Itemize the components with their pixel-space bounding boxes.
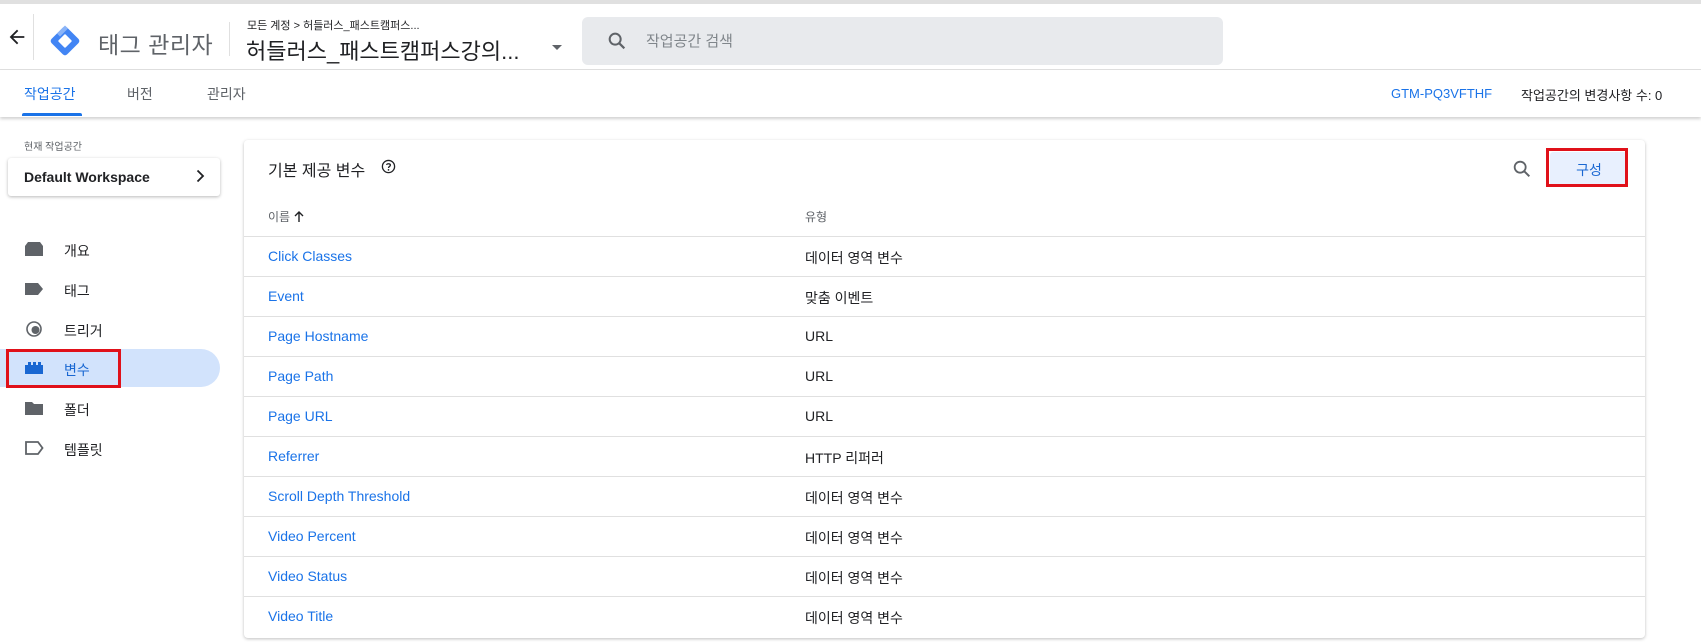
sidebar-item-label: 태그 <box>64 283 90 299</box>
sidebar-item-triggers[interactable]: 트리거 <box>0 310 220 348</box>
variable-name-link[interactable]: Page Path <box>268 368 333 384</box>
app-name: 태그 관리자 <box>98 32 214 58</box>
breadcrumb[interactable]: 모든 계정 > 허들러스_패스트캠퍼스... <box>247 17 420 33</box>
table-row: Referrer HTTP 리퍼러 <box>244 436 1645 476</box>
variable-name-link[interactable]: Page Hostname <box>268 328 368 344</box>
table-row: Event 맞춤 이벤트 <box>244 276 1645 316</box>
variable-type: URL <box>805 408 834 424</box>
chevron-right-icon <box>196 169 205 183</box>
card-title: 기본 제공 변수 <box>268 163 366 180</box>
table-row: Page Hostname URL <box>244 316 1645 356</box>
trigger-icon <box>26 321 42 337</box>
tab-versions[interactable]: 버전 <box>127 84 153 104</box>
divider <box>33 14 34 60</box>
sidebar-item-label: 트리거 <box>64 323 103 339</box>
variable-type: 데이터 영역 변수 <box>805 530 903 546</box>
workspace-name: Default Workspace <box>24 169 150 185</box>
table-row: Scroll Depth Threshold 데이터 영역 변수 <box>244 476 1645 516</box>
variable-name-link[interactable]: Video Title <box>268 608 333 624</box>
table-row: Click Classes 데이터 영역 변수 <box>244 236 1645 276</box>
folder-icon <box>25 402 43 415</box>
workspace-selector[interactable]: Default Workspace <box>8 158 220 196</box>
search-icon[interactable] <box>1511 158 1533 180</box>
variable-type: 데이터 영역 변수 <box>805 490 903 506</box>
variable-name-link[interactable]: Referrer <box>268 448 319 464</box>
highlight-box <box>6 349 121 388</box>
sidebar-item-label: 템플릿 <box>64 442 103 458</box>
column-header-type[interactable]: 유형 <box>805 208 827 225</box>
table-row: Video Percent 데이터 영역 변수 <box>244 516 1645 556</box>
column-header-name[interactable]: 이름 <box>268 208 305 225</box>
sidebar-item-tags[interactable]: 태그 <box>0 270 220 308</box>
variable-name-link[interactable]: Video Status <box>268 568 347 584</box>
variable-name-link[interactable]: Event <box>268 288 304 304</box>
top-app-bar: 태그 관리자 모든 계정 > 허들러스_패스트캠퍼스... 허들러스_패스트캠퍼… <box>0 0 1701 70</box>
variable-type: HTTP 리퍼러 <box>805 450 884 466</box>
variable-name-link[interactable]: Page URL <box>268 408 333 424</box>
table-row: Page URL URL <box>244 396 1645 436</box>
nav-tabs-bar: 작업공간 버전 관리자 GTM-PQ3VFTHF 작업공간의 변경사항 수: 0 <box>0 70 1701 117</box>
built-in-variables-card: 기본 제공 변수 구성 이름 유형 Click Classes 데이터 영역 변수… <box>244 140 1645 638</box>
template-icon <box>25 441 44 455</box>
variable-type: 맞춤 이벤트 <box>805 290 874 306</box>
variable-name-link[interactable]: Scroll Depth Threshold <box>268 488 410 504</box>
variable-name-link[interactable]: Video Percent <box>268 528 356 544</box>
search-input[interactable] <box>646 17 1206 65</box>
sidebar-item-overview[interactable]: 개요 <box>0 230 220 268</box>
tab-admin[interactable]: 관리자 <box>207 84 246 104</box>
table-row: Video Status 데이터 영역 변수 <box>244 556 1645 596</box>
help-icon[interactable] <box>381 159 396 174</box>
tag-icon <box>25 283 43 295</box>
divider <box>229 22 230 56</box>
dropdown-caret-icon[interactable] <box>552 45 562 50</box>
tab-workspace[interactable]: 작업공간 <box>24 84 76 104</box>
variables-table: Click Classes 데이터 영역 변수 Event 맞춤 이벤트 Page … <box>244 236 1645 636</box>
sidebar-item-label: 개요 <box>64 243 90 259</box>
overview-icon <box>25 242 43 256</box>
current-workspace-label: 현재 작업공간 <box>24 142 82 153</box>
search-icon <box>608 32 626 50</box>
highlight-box <box>1546 148 1628 187</box>
container-id-link[interactable]: GTM-PQ3VFTHF <box>1391 86 1492 101</box>
table-row: Video Title 데이터 영역 변수 <box>244 596 1645 636</box>
back-arrow-icon[interactable] <box>6 26 28 48</box>
workspace-changes-count: 작업공간의 변경사항 수: 0 <box>1521 88 1663 103</box>
sidebar-item-folders[interactable]: 폴더 <box>0 389 220 427</box>
active-tab-indicator <box>22 113 82 116</box>
variable-type: URL <box>805 368 834 384</box>
tag-manager-logo-icon <box>50 25 80 56</box>
variable-type: URL <box>805 328 834 344</box>
variable-type: 데이터 영역 변수 <box>805 570 903 586</box>
sort-ascending-icon <box>294 211 304 222</box>
variable-type: 데이터 영역 변수 <box>805 250 903 266</box>
sidebar-item-label: 폴더 <box>64 402 90 418</box>
variable-name-link[interactable]: Click Classes <box>268 248 352 264</box>
column-header-name-label: 이름 <box>268 210 291 224</box>
workspace-search[interactable] <box>582 17 1223 65</box>
table-row: Page Path URL <box>244 356 1645 396</box>
container-selector[interactable]: 허들러스_패스트캠퍼스강의... <box>246 34 519 66</box>
variable-type: 데이터 영역 변수 <box>805 610 903 626</box>
sidebar-item-templates[interactable]: 템플릿 <box>0 429 220 467</box>
